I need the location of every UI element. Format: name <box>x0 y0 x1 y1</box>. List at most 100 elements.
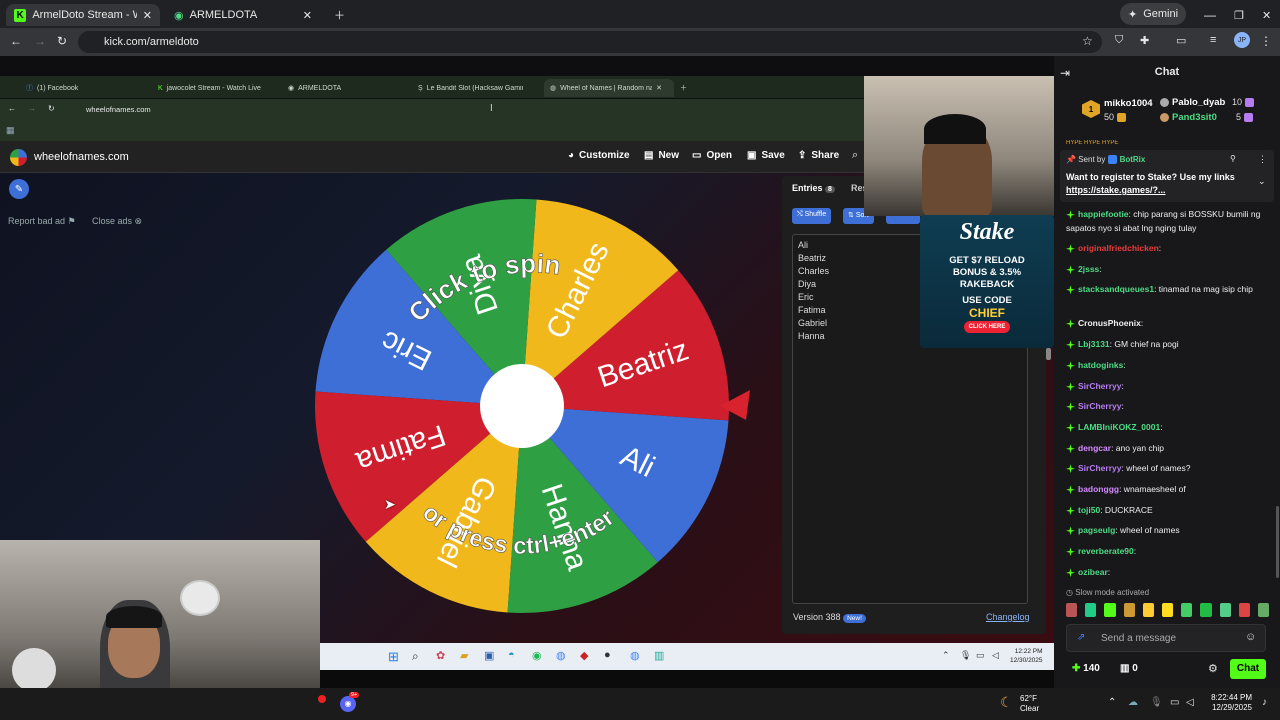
chat-username[interactable]: CronusPhoenix <box>1078 318 1141 328</box>
settings-gear-icon[interactable]: ⚙ <box>1208 662 1218 675</box>
chat-username[interactable]: SirCherryy <box>1078 381 1121 391</box>
notification-bell-icon[interactable]: ♪ <box>1262 697 1267 708</box>
media-icon[interactable]: ≡ <box>1210 34 1216 46</box>
inner-tab-armeldota[interactable]: ◉ ARMELDOTA <box>282 79 408 97</box>
chat-username[interactable]: pagseulg <box>1078 525 1115 535</box>
emote-icon[interactable] <box>1219 603 1231 617</box>
chat-username[interactable]: SirCherryy <box>1078 463 1121 473</box>
send-chat-button[interactable]: Chat <box>1230 659 1266 679</box>
copilot-icon[interactable]: ✿ <box>436 649 445 662</box>
emote-icon[interactable] <box>1142 603 1154 617</box>
menu-icon[interactable]: ⋮ <box>1260 34 1272 48</box>
search-icon[interactable]: ⌕ <box>412 649 419 664</box>
back-icon[interactable]: ← <box>10 34 22 48</box>
app-icon[interactable]: ◆ <box>580 649 588 662</box>
new-tab-button[interactable]: ＋ <box>326 4 353 26</box>
inner-tab-wheel-of-names[interactable]: ◍ Wheel of Names | Random nam ✕ <box>544 79 674 97</box>
inner-tab-le-bandit[interactable]: Ș Le Bandit Slot (Hacksaw Gaming) <box>412 79 538 97</box>
tray-chevron-icon[interactable]: ⌃ <box>1108 697 1116 708</box>
emote-icon[interactable] <box>1238 603 1250 617</box>
emote-icon[interactable] <box>1257 603 1270 617</box>
stake-ad[interactable]: Stake GET $7 RELOAD BONUS & 3.5% RAKEBACK … <box>920 215 1054 348</box>
discord-icon[interactable]: ◉ <box>340 696 356 712</box>
spotify-icon[interactable]: ◉ <box>532 649 542 662</box>
leader-2[interactable]: Pablo_dyab <box>1160 97 1225 108</box>
report-bad-ad-link[interactable]: Report bad ad ⚑ <box>8 216 76 227</box>
inner-tab-facebook[interactable]: ⓕ (1) Facebook <box>20 79 146 97</box>
emote-icon[interactable] <box>1123 603 1135 617</box>
emote-icon[interactable] <box>1161 603 1174 617</box>
pinned-link[interactable]: https://stake.games/?... <box>1066 185 1166 195</box>
changelog-link[interactable]: Changelog <box>986 612 1030 622</box>
chat-input[interactable]: ⇗ Send a message ☺ <box>1066 624 1266 652</box>
bookmark-star-icon[interactable]: ☆ <box>1082 34 1093 48</box>
emote-icon[interactable] <box>1181 603 1193 617</box>
extensions-icon[interactable]: ✚ <box>1140 34 1149 47</box>
reload-icon[interactable]: ↻ <box>48 104 55 113</box>
leader-1-name[interactable]: mikko1004 <box>1104 98 1153 109</box>
close-icon[interactable]: ✕ <box>143 9 152 22</box>
inner-clock[interactable]: 12:22 PM 12/30/2025 <box>1010 647 1043 665</box>
minimize-button[interactable]: — <box>1196 4 1224 26</box>
chrome-icon[interactable]: ◍ <box>556 649 566 662</box>
forward-icon[interactable]: → <box>28 104 36 113</box>
more-options-icon[interactable]: ⋮ <box>1258 154 1267 165</box>
file-explorer-icon[interactable]: ▰ <box>460 649 468 662</box>
new-button[interactable]: ▤ New <box>644 150 679 161</box>
inner-url[interactable]: wheelofnames.com <box>86 105 151 114</box>
save-button[interactable]: ▣ Save <box>747 150 785 161</box>
chat-username[interactable]: SirCherryy <box>1078 401 1121 411</box>
close-icon[interactable]: ✕ <box>656 84 662 92</box>
entries-tab[interactable]: Entries 8 <box>792 183 835 193</box>
emote-icon[interactable] <box>1104 603 1116 617</box>
close-ads-link[interactable]: Close ads ⊗ <box>92 216 142 227</box>
system-clock[interactable]: 8:22:44 PM 12/29/2025 <box>1204 693 1252 713</box>
url-input[interactable]: kick.com/armeldoto <box>78 31 1102 53</box>
chat-username[interactable]: stacksandqueues1 <box>1078 284 1154 294</box>
weather-widget[interactable]: 62°F Clear <box>1020 694 1039 714</box>
reload-icon[interactable]: ↻ <box>57 34 67 48</box>
panel-scrollbar[interactable] <box>1046 348 1051 360</box>
wheel-center[interactable] <box>480 364 564 448</box>
chat-username[interactable]: reverberate90 <box>1078 546 1134 556</box>
chat-username[interactable]: hatdoginks <box>1078 360 1123 370</box>
customize-button[interactable]: ◕ Customize <box>568 150 630 161</box>
chat-username[interactable]: dengcar <box>1078 443 1111 453</box>
search-icon[interactable]: ⌕ <box>852 149 858 162</box>
tab-armeldota[interactable]: ◉ ARMELDOTA ✕ <box>166 4 320 26</box>
tray-chevron-icon[interactable]: ⌃ <box>942 650 950 661</box>
shuffle-button[interactable]: ⤭ Shuffle <box>792 208 832 224</box>
app-icon[interactable]: ▥ <box>654 649 664 662</box>
share-button[interactable]: ⇪ Share <box>798 150 839 161</box>
obs-icon[interactable]: ● <box>604 649 611 661</box>
back-icon[interactable]: ← <box>8 104 16 113</box>
network-icon[interactable]: ▭ <box>1170 697 1179 708</box>
edge-icon[interactable]: ◓ <box>508 649 515 661</box>
forward-icon[interactable]: → <box>34 34 46 48</box>
profile-avatar[interactable]: JP <box>1234 32 1250 48</box>
chat-username[interactable]: originalfriedchicken <box>1078 243 1159 253</box>
apps-grid-icon[interactable]: ▦ <box>6 125 15 136</box>
leader-3[interactable]: Pand3sit0 <box>1160 112 1217 123</box>
inner-new-tab[interactable]: ＋ <box>674 79 693 97</box>
pinned-message[interactable]: 📌 Sent by BotRix ⚲ ⋮ Want to register to… <box>1060 150 1274 202</box>
window-close-button[interactable]: ✕ <box>1254 4 1279 26</box>
chrome-icon[interactable]: ◍ <box>630 649 640 662</box>
chat-scrollbar[interactable] <box>1276 506 1279 578</box>
edit-pencil-icon[interactable]: ✎ <box>9 179 29 199</box>
microphone-icon[interactable]: 🎙 <box>1150 697 1163 708</box>
gift-counter[interactable]: ▥ 0 <box>1120 663 1138 674</box>
network-icon[interactable]: ▭ <box>976 650 985 661</box>
stake-cta-button[interactable]: CLICK HERE <box>964 321 1010 333</box>
record-icon[interactable] <box>318 695 326 703</box>
microphone-icon[interactable]: 🎙 <box>960 650 971 661</box>
won-logo-text[interactable]: wheelofnames.com <box>34 151 129 163</box>
emote-icon[interactable] <box>1200 603 1212 617</box>
gemini-button[interactable]: ✦ Gemini <box>1120 3 1187 25</box>
volume-icon[interactable]: ◁ <box>1186 697 1194 708</box>
inner-tab-jawocolet[interactable]: Kjawocolet Stream - Watch Live <box>152 79 278 97</box>
close-icon[interactable]: ✕ <box>303 9 312 22</box>
chat-username[interactable]: happiefootie <box>1078 209 1129 219</box>
chat-username[interactable]: toji50 <box>1078 505 1100 515</box>
cast-icon[interactable]: ▭ <box>1176 34 1186 47</box>
